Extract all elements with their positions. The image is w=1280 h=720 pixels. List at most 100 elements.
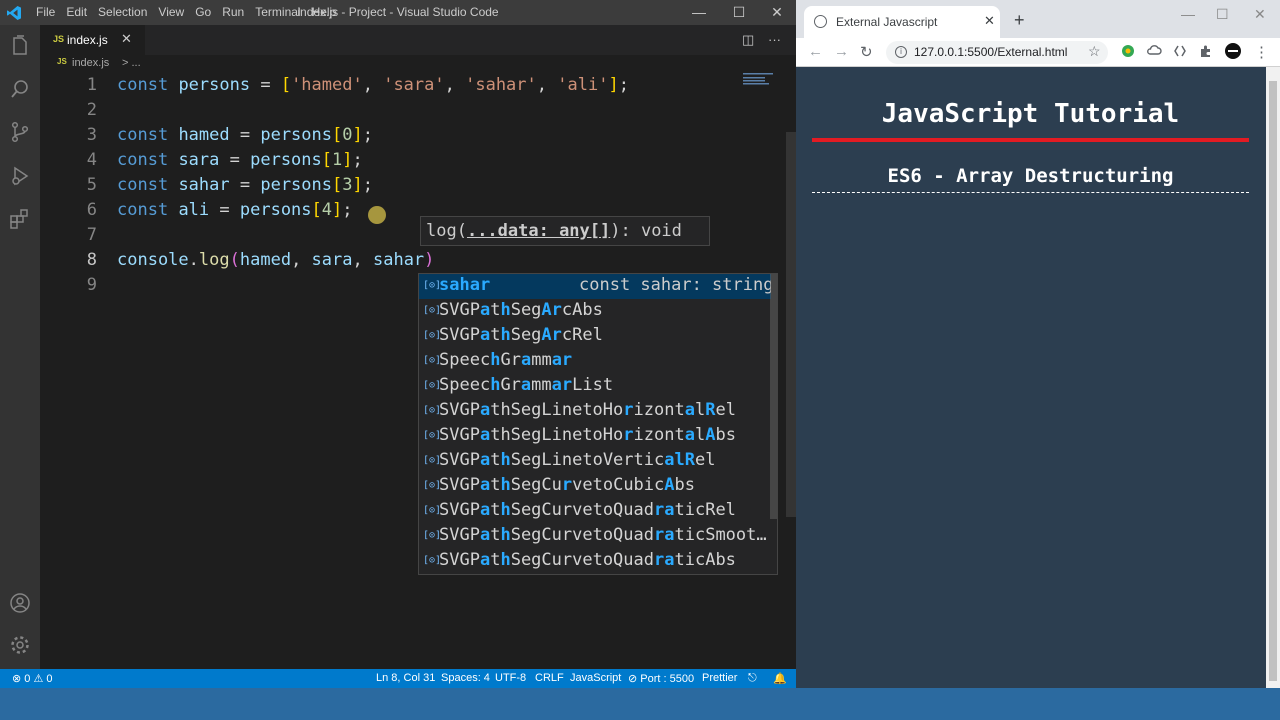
page-heading: JavaScript Tutorial xyxy=(881,99,1180,129)
indentation-status[interactable]: Spaces: 4 xyxy=(441,672,490,684)
suggestion-item[interactable]: [⊙] SVGPathSegCurvetoQuadraticSmoot… xyxy=(419,524,771,549)
browser-toolbar: ← → ↻ i 127.0.0.1:5500/External.html ☆ ⋮ xyxy=(796,38,1280,67)
page-scrollbar[interactable] xyxy=(1266,67,1280,688)
settings-gear-icon[interactable] xyxy=(8,633,32,657)
title-bar: File Edit Selection View Go Run Terminal… xyxy=(0,0,796,25)
address-bar[interactable]: i 127.0.0.1:5500/External.html ☆ xyxy=(886,41,1108,64)
menu-edit[interactable]: Edit xyxy=(66,0,94,25)
menu-run[interactable]: Run xyxy=(222,0,251,25)
suggestion-item[interactable]: [⊙] SVGPathSegCurvetoCubicAbs xyxy=(419,474,771,499)
menu-help[interactable]: Help xyxy=(312,0,344,25)
extension-code-icon[interactable] xyxy=(1172,43,1188,59)
explorer-icon[interactable] xyxy=(8,34,32,58)
menu-file[interactable]: File xyxy=(36,0,62,25)
suggestion-item[interactable]: [⊙] SpeechGrammarList xyxy=(419,374,771,399)
status-bar: ⊗ 0 ⚠ 0 Ln 8, Col 31 Spaces: 4 UTF-8 CRL… xyxy=(0,669,796,688)
forward-arrow-icon[interactable]: → xyxy=(834,43,849,60)
cursor-position-status[interactable]: Ln 8, Col 31 xyxy=(376,672,435,684)
line-number: 2 xyxy=(86,100,97,120)
suggestion-item[interactable]: [⊙] SpeechGrammar xyxy=(419,349,771,374)
line-number: 9 xyxy=(86,275,97,295)
menu-view[interactable]: View xyxy=(158,0,191,25)
suggestion-item[interactable]: [⊙] sahar const sahar: string xyxy=(419,274,771,299)
site-info-icon[interactable]: i xyxy=(895,46,907,58)
browser-close-icon[interactable]: ✕ xyxy=(1254,6,1266,23)
breadcrumb-more[interactable]: > ... xyxy=(122,57,141,69)
notifications-bell-icon[interactable]: 🔔 xyxy=(773,672,787,685)
heading-red-rule xyxy=(812,138,1249,142)
live-share-icon[interactable]: ⎋ xyxy=(748,672,757,685)
split-editor-icon[interactable]: ◫ xyxy=(742,32,754,48)
code-line-6: const ali = persons[4]; xyxy=(117,200,353,220)
close-tab-icon[interactable]: ✕ xyxy=(121,31,132,47)
suggestion-widget[interactable]: [⊙] sahar const sahar: string [⊙] SVGPathSeg… xyxy=(418,273,778,575)
browser-tab-strip: External Javascript ✕ + — ☐ ✕ xyxy=(796,0,1280,38)
code-line-4: const sara = persons[1]; xyxy=(117,150,363,170)
breadcrumb-file[interactable]: index.js xyxy=(72,57,109,69)
account-icon[interactable] xyxy=(8,591,32,615)
run-debug-icon[interactable] xyxy=(8,164,32,188)
suggestion-item[interactable]: [⊙] SVGPathSegArcAbs xyxy=(419,299,771,324)
line-number: 7 xyxy=(86,225,97,245)
back-arrow-icon[interactable]: ← xyxy=(808,43,823,60)
extension-cloud-icon[interactable] xyxy=(1146,43,1162,59)
suggestion-label: SVGPathSegCurvetoQuadraticAbs xyxy=(439,550,736,570)
browser-menu-icon[interactable]: ⋮ xyxy=(1254,43,1269,61)
encoding-status[interactable]: UTF-8 xyxy=(495,672,526,684)
browser-tab-external-javascript[interactable]: External Javascript ✕ xyxy=(804,6,1000,38)
suggestion-item[interactable]: [⊙] SVGPathSegLinetoHorizontalAbs xyxy=(419,424,771,449)
page-scrollbar-thumb[interactable] xyxy=(1269,81,1277,681)
vscode-window: File Edit Selection View Go Run Terminal… xyxy=(0,0,796,688)
suggestion-scrollbar[interactable] xyxy=(770,274,777,519)
problems-status[interactable]: ⊗ 0 ⚠ 0 xyxy=(12,672,52,685)
suggestion-item[interactable]: [⊙] SVGPathSegCurvetoQuadraticRel xyxy=(419,499,771,524)
line-number: 8 xyxy=(86,250,97,270)
maximize-icon[interactable]: ☐ xyxy=(720,0,758,25)
line-number: 5 xyxy=(86,175,97,195)
extensions-puzzle-icon[interactable] xyxy=(1198,43,1214,59)
suggestion-label: SVGPathSegCurvetoQuadraticRel xyxy=(439,500,736,520)
code-line-1: const persons = ['hamed', 'sara', 'sahar… xyxy=(117,75,629,95)
eol-status[interactable]: CRLF xyxy=(535,672,564,684)
search-icon[interactable] xyxy=(8,77,32,101)
editor-scrollbar-thumb[interactable] xyxy=(786,132,796,517)
browser-maximize-icon[interactable]: ☐ xyxy=(1216,6,1229,23)
signature-help-popup: log(...data: any[]): void xyxy=(420,216,710,246)
bookmark-star-icon[interactable]: ☆ xyxy=(1088,43,1101,60)
close-browser-tab-icon[interactable]: ✕ xyxy=(984,13,995,29)
taskbar xyxy=(0,688,1280,720)
prettier-status[interactable]: Prettier xyxy=(702,672,737,684)
close-window-icon[interactable]: ✕ xyxy=(758,0,796,25)
vscode-logo-icon xyxy=(7,6,21,20)
suggestion-label: SpeechGrammarList xyxy=(439,375,614,395)
line-number: 6 xyxy=(86,200,97,220)
menu-go[interactable]: Go xyxy=(195,0,218,25)
suggestion-item[interactable]: [⊙] SVGPathSegArcRel xyxy=(419,324,771,349)
suggestion-label: SVGPathSegLinetoHorizontalRel xyxy=(439,400,736,420)
suggestion-item[interactable]: [⊙] SVGPathSegCurvetoQuadraticAbs xyxy=(419,549,771,574)
code-line-8: console.log(hamed, sara, sahar) xyxy=(117,250,435,270)
subheading-dashed-rule xyxy=(812,192,1249,193)
page-subheading: ES6 - Array Destructuring xyxy=(887,165,1174,187)
menu-terminal[interactable]: Terminal xyxy=(255,0,307,25)
live-server-port-status[interactable]: ⊘ Port : 5500 xyxy=(628,672,694,685)
source-control-icon[interactable] xyxy=(8,120,32,144)
more-actions-icon[interactable]: ··· xyxy=(768,32,781,47)
reload-icon[interactable]: ↻ xyxy=(860,43,873,61)
menu-selection[interactable]: Selection xyxy=(98,0,154,25)
suggestion-item[interactable]: [⊙] SVGPathSegLinetoHorizontalRel xyxy=(419,399,771,424)
activity-bar xyxy=(0,25,40,669)
minimize-icon[interactable]: — xyxy=(680,0,718,25)
extension-colorful-icon[interactable] xyxy=(1120,43,1136,59)
minimap[interactable] xyxy=(743,72,789,86)
language-mode-status[interactable]: JavaScript xyxy=(570,672,621,684)
suggestion-item[interactable]: [⊙] SVGPathSegLinetoVerticalRel xyxy=(419,449,771,474)
profile-avatar-icon[interactable] xyxy=(1225,43,1241,59)
new-tab-plus-icon[interactable]: + xyxy=(1014,10,1025,31)
tab-index-js[interactable]: JS index.js ✕ xyxy=(40,25,145,55)
extensions-icon[interactable] xyxy=(8,207,32,231)
line-number: 4 xyxy=(86,150,97,170)
suggestion-label: SVGPathSegLinetoVerticalRel xyxy=(439,450,716,470)
browser-minimize-icon[interactable]: — xyxy=(1181,6,1195,22)
suggestion-label: SVGPathSegArcRel xyxy=(439,325,603,345)
